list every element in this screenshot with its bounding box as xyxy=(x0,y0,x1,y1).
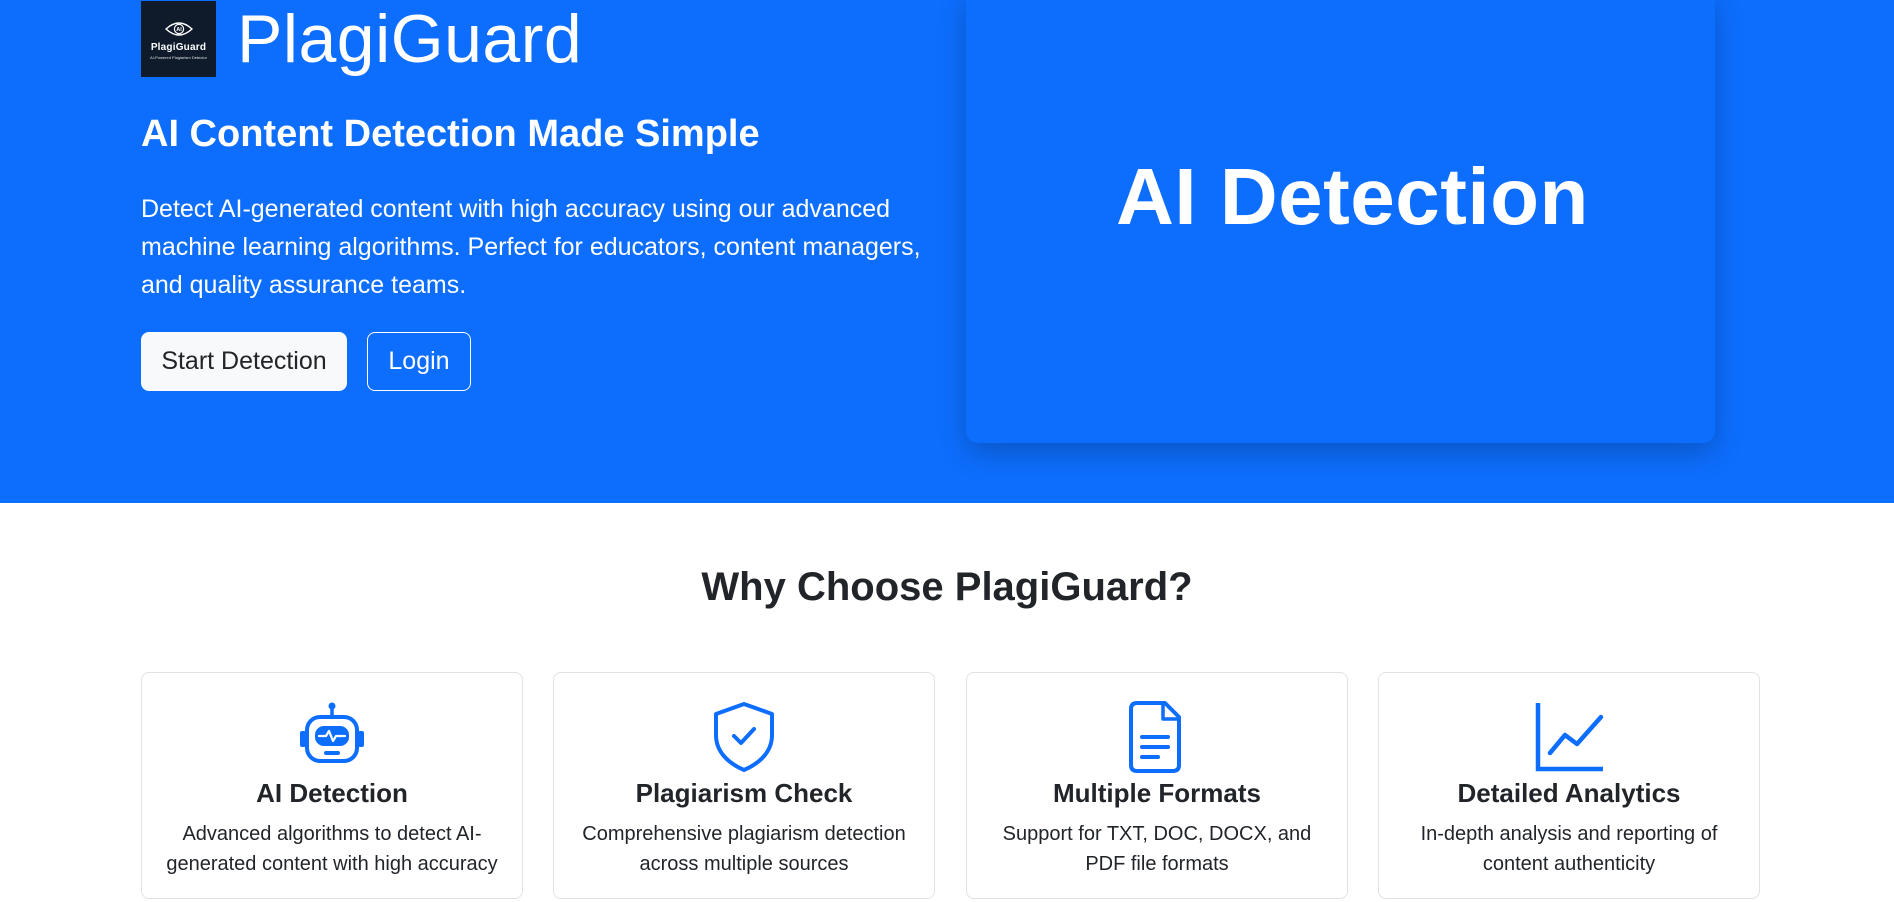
eye-ai-icon: AI xyxy=(164,21,193,36)
line-chart-icon xyxy=(1535,703,1604,772)
logo-tagline: AI-Powered Plagiarism Detector xyxy=(150,54,207,60)
login-button[interactable]: Login xyxy=(367,332,471,391)
hero-feature-card: AI Detection xyxy=(966,0,1715,443)
logo-name: PlagiGuard xyxy=(150,41,207,53)
hero-section: AI PlagiGuard AI-Powered Plagiarism Dete… xyxy=(0,0,1894,503)
feature-text: Advanced algorithms to detect AI-generat… xyxy=(166,823,498,875)
brand[interactable]: AI PlagiGuard AI-Powered Plagiarism Dete… xyxy=(141,1,582,77)
features-title: Why Choose PlagiGuard? xyxy=(701,565,1193,609)
feature-card-detailed-analytics: Detailed Analytics In-depth analysis and… xyxy=(1378,672,1760,899)
feature-card-plagiarism-check: Plagiarism Check Comprehensive plagiaris… xyxy=(553,672,935,899)
robot-icon xyxy=(300,702,364,763)
feature-title: Multiple Formats xyxy=(1052,778,1261,808)
feature-text: In-depth analysis and reporting of conte… xyxy=(1420,823,1718,875)
hero-heading: AI Content Detection Made Simple xyxy=(141,113,760,155)
features-grid: AI Detection Advanced algorithms to dete… xyxy=(0,672,1894,902)
brand-logo[interactable]: AI PlagiGuard AI-Powered Plagiarism Dete… xyxy=(141,1,216,77)
feature-title: AI Detection xyxy=(256,778,408,808)
hero-card-title: AI Detection xyxy=(1116,151,1589,241)
brand-name[interactable]: PlagiGuard xyxy=(237,5,582,73)
feature-text: Comprehensive plagiarism detection acros… xyxy=(582,823,906,875)
hero-description: Detect AI-generated content with high ac… xyxy=(141,195,921,299)
document-icon xyxy=(1129,701,1181,773)
feature-text: Support for TXT, DOC, DOCX, and PDF file… xyxy=(1002,823,1312,875)
feature-card-ai-detection: AI Detection Advanced algorithms to dete… xyxy=(141,672,523,899)
feature-card-multiple-formats: Multiple Formats Support for TXT, DOC, D… xyxy=(966,672,1348,899)
svg-text:AI: AI xyxy=(176,27,182,33)
feature-title: Plagiarism Check xyxy=(635,778,853,808)
start-detection-button[interactable]: Start Detection xyxy=(141,332,347,391)
shield-check-icon xyxy=(714,702,774,772)
feature-title: Detailed Analytics xyxy=(1457,778,1681,808)
